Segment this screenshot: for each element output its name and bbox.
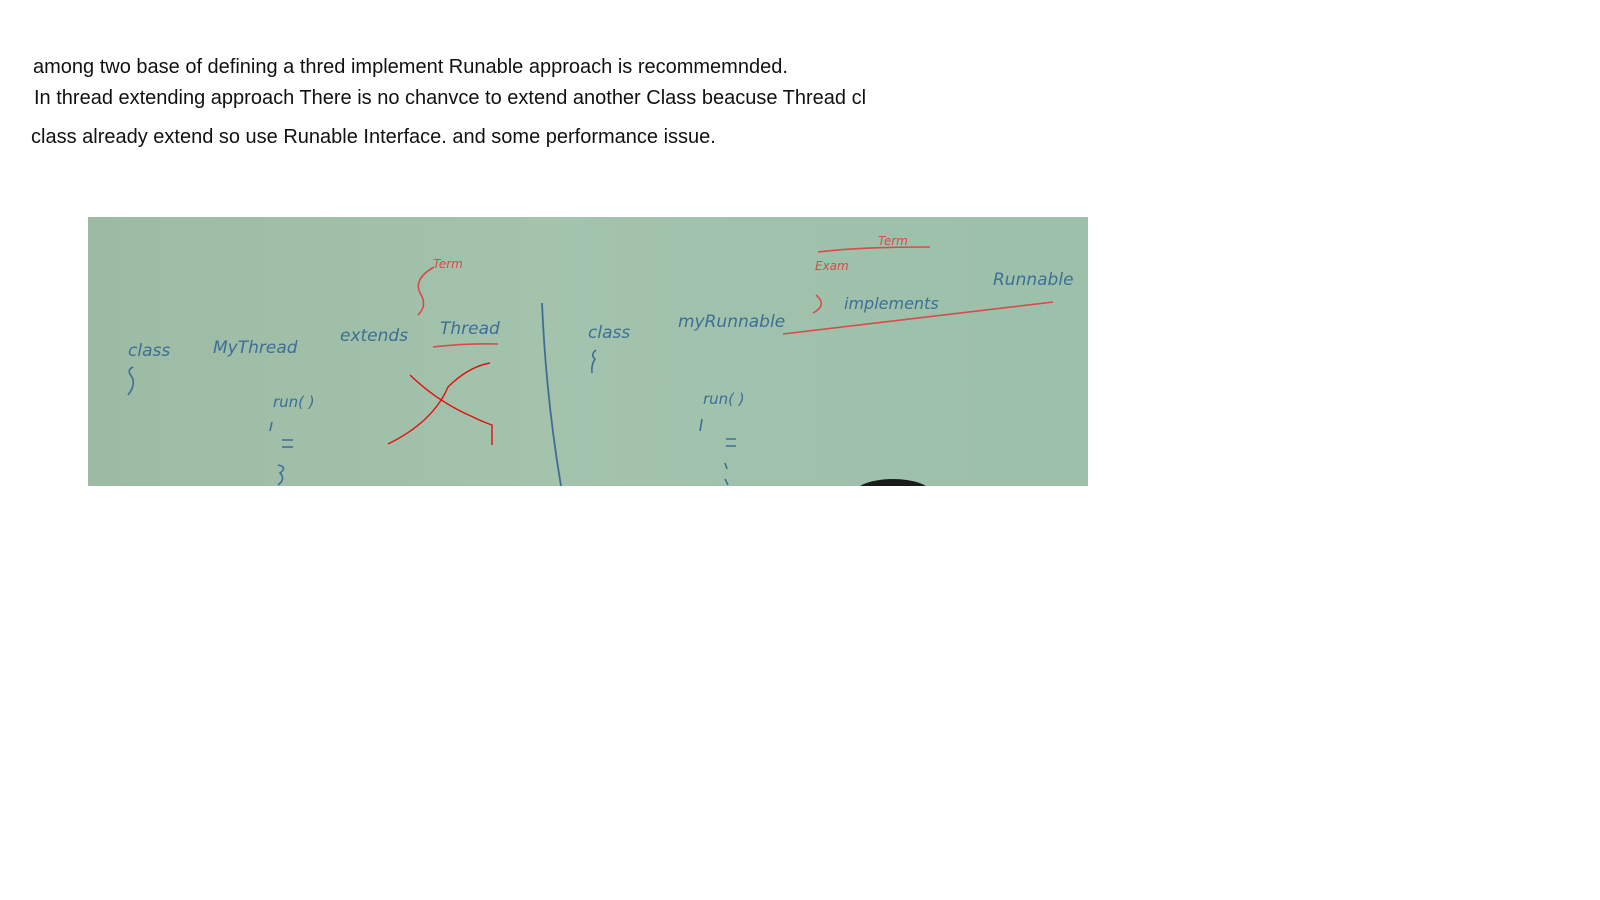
note-line-2: In thread extending approach There is no… [34, 87, 867, 109]
right-run-method: run( ) [703, 390, 745, 408]
right-exam-note: Exam [815, 259, 849, 273]
left-term-note: Term [433, 257, 463, 271]
right-interface-name: Runnable [993, 270, 1074, 290]
right-term-note: Term [878, 234, 908, 248]
left-close-brace [277, 464, 285, 486]
right-panel: class myRunnable implements Runnable run… [588, 270, 1074, 408]
left-class-keyword: class [128, 341, 170, 361]
left-class-name: MyThread [213, 338, 298, 358]
left-open-brace [127, 366, 135, 396]
whiteboard-drawing: class MyThread extends Thread run( ) Ter… [127, 234, 1074, 486]
whiteboard-image: class MyThread extends Thread run( ) Ter… [88, 217, 1088, 486]
right-open-brace [591, 349, 597, 374]
left-parent-class: Thread [440, 319, 500, 339]
right-equals-mark [726, 438, 736, 447]
right-bracket [812, 294, 823, 314]
left-run-method: run( ) [273, 393, 315, 411]
left-body-marks [127, 366, 293, 486]
right-implements-word: implements [844, 294, 939, 313]
left-extends-word: extends [340, 326, 408, 346]
cross-out-x-icon [387, 362, 493, 445]
right-class-name: myRunnable [678, 312, 785, 332]
thread-underline [432, 343, 499, 348]
term-bracket [417, 266, 435, 316]
left-panel: class MyThread extends Thread run( ) [128, 319, 500, 411]
right-body-marks [591, 349, 736, 486]
right-class-keyword: class [588, 323, 630, 343]
note-line-1: among two base of defining a thred imple… [33, 56, 788, 78]
board-divider [541, 302, 562, 486]
left-equals-mark [282, 439, 293, 448]
person-head-silhouette [860, 479, 926, 486]
note-line-3: class already extend so use Runable Inte… [31, 126, 716, 148]
